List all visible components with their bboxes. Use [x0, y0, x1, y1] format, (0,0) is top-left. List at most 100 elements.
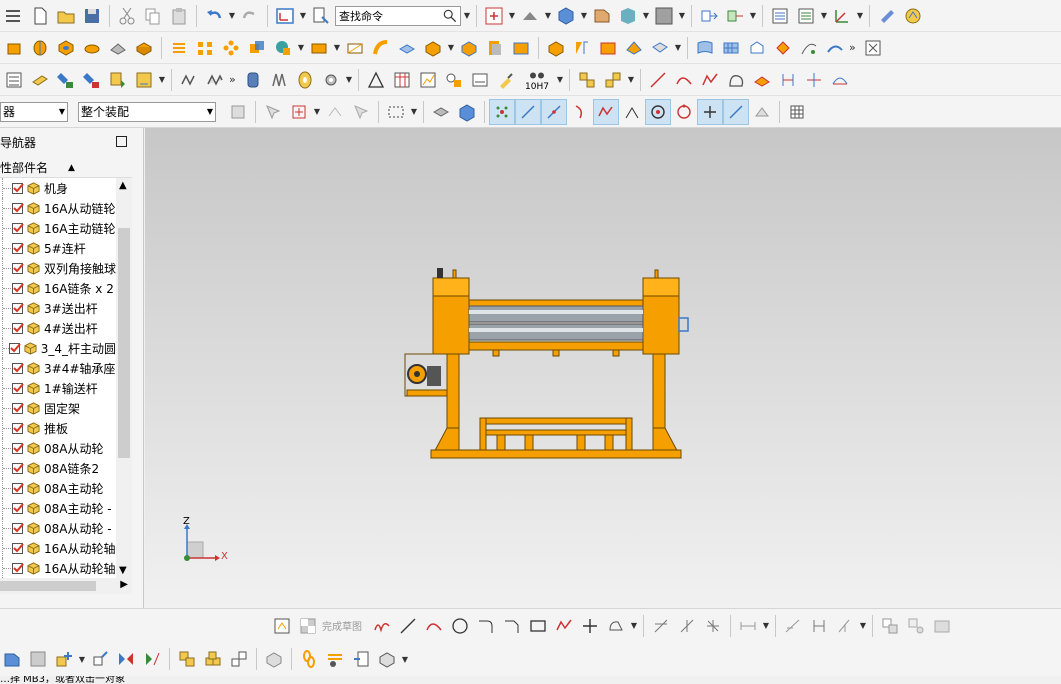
visibility-checkbox[interactable]	[11, 262, 24, 274]
patch-surface-icon[interactable]	[797, 36, 821, 60]
move-component-icon[interactable]	[697, 4, 721, 28]
paste-icon[interactable]	[167, 4, 191, 28]
visibility-checkbox[interactable]	[12, 482, 24, 494]
select-solid-icon[interactable]	[429, 100, 453, 124]
revolve-icon[interactable]	[28, 36, 52, 60]
finish-sketch-label[interactable]: 完成草图	[322, 618, 362, 633]
snap-on-curve-icon[interactable]	[723, 98, 749, 125]
visibility-checkbox[interactable]	[12, 362, 24, 374]
list-item[interactable]: 固定架	[0, 398, 116, 418]
visibility-checkbox[interactable]	[12, 182, 24, 194]
assembly-navigator-icon[interactable]	[2, 68, 26, 92]
coil-icon[interactable]	[267, 68, 291, 92]
clearance-icon[interactable]	[262, 647, 286, 671]
list-item[interactable]: 08A主动轮 -	[0, 498, 116, 518]
grid-snap-icon[interactable]	[785, 100, 809, 124]
profile-icon[interactable]	[370, 614, 394, 638]
gear-dropdown-icon[interactable]: ▼	[345, 75, 353, 84]
list-item[interactable]: 3#送出杆	[0, 298, 116, 318]
render-dropdown-icon[interactable]: ▼	[580, 11, 588, 20]
make-corner-icon[interactable]	[701, 614, 725, 638]
list-item[interactable]: 1#输送杆	[0, 378, 116, 398]
quick-extend-icon[interactable]	[675, 614, 699, 638]
tools-dropdown-icon[interactable]: ▼	[158, 75, 166, 84]
sketch-line-icon[interactable]	[396, 614, 420, 638]
studio-surface-icon[interactable]	[719, 36, 743, 60]
trim-body-icon[interactable]	[343, 36, 367, 60]
mirror-feature-icon[interactable]	[570, 36, 594, 60]
more-commands-icon[interactable]: »	[849, 41, 859, 54]
visibility-checkbox[interactable]	[12, 242, 24, 254]
shell-dropdown-icon[interactable]: ▼	[333, 43, 341, 52]
offset-face-icon[interactable]	[395, 36, 419, 60]
triangle-sketch-icon[interactable]	[364, 68, 388, 92]
combine-dropdown-icon[interactable]: ▼	[297, 43, 305, 52]
dimension-dropdown-icon[interactable]: ▼	[762, 621, 770, 630]
chamfer-sketch-icon[interactable]	[500, 614, 524, 638]
chamfer-icon[interactable]	[457, 36, 481, 60]
add-existing-icon[interactable]	[52, 647, 76, 671]
machine-model[interactable]	[145, 128, 1061, 608]
offset-curve-icon[interactable]	[750, 68, 774, 92]
bearing-icon[interactable]	[293, 68, 317, 92]
list-item[interactable]: 08A从动轮 -	[0, 518, 116, 538]
sketch-icon[interactable]	[270, 614, 294, 638]
tolerance-dropdown-icon[interactable]: ▼	[556, 75, 564, 84]
remove-component-icon[interactable]	[80, 68, 104, 92]
list-item[interactable]: 机身	[0, 178, 116, 198]
hole-icon[interactable]	[54, 36, 78, 60]
scroll-right-icon[interactable]: ▶	[120, 579, 128, 590]
assembly-dropdown-icon[interactable]: ▼	[627, 75, 635, 84]
move-icon[interactable]	[88, 647, 112, 671]
note-icon[interactable]	[468, 68, 492, 92]
geometric-constraint-icon[interactable]	[781, 614, 805, 638]
mirror-assembly-icon[interactable]	[114, 647, 138, 671]
circle-icon[interactable]	[448, 614, 472, 638]
brush-icon[interactable]	[494, 68, 518, 92]
combine-icon[interactable]	[245, 36, 269, 60]
layer-settings-icon[interactable]	[768, 4, 792, 28]
open-folder-icon[interactable]	[54, 4, 78, 28]
list-item[interactable]: 08A主动轮	[0, 478, 116, 498]
scroll-up-icon[interactable]: ▲	[119, 180, 127, 191]
graphics-viewport[interactable]: Z X	[145, 128, 1061, 608]
filter-reset-icon[interactable]	[226, 100, 250, 124]
command-search-input[interactable]: 查找命令	[335, 5, 461, 26]
tolerance-icon[interactable]: 10H7	[520, 68, 554, 92]
thicken-dropdown-icon[interactable]: ▼	[447, 43, 455, 52]
color-dropdown-icon[interactable]: ▼	[678, 11, 686, 20]
measure-icon[interactable]	[875, 4, 899, 28]
list-item[interactable]: 16A链条 x 2	[0, 278, 116, 298]
snap-line-icon[interactable]	[515, 98, 541, 125]
chart-icon[interactable]	[416, 68, 440, 92]
snap-intersection-icon[interactable]	[620, 100, 644, 124]
visibility-checkbox[interactable]	[12, 282, 24, 294]
search-dropdown-icon[interactable]: ▼	[463, 11, 471, 20]
layer-dropdown-icon[interactable]: ▼	[820, 11, 828, 20]
visibility-checkbox[interactable]	[12, 442, 24, 454]
delete-face-icon[interactable]	[648, 36, 672, 60]
list-item[interactable]: 08A从动轮	[0, 438, 116, 458]
constraint-sketch-dropdown-icon[interactable]: ▼	[859, 621, 867, 630]
select-dropdown-icon[interactable]: ▼	[313, 107, 321, 116]
sketch-settings-icon[interactable]	[930, 614, 954, 638]
shell-icon[interactable]	[307, 36, 331, 60]
list-item[interactable]: 3#4#轴承座	[0, 358, 116, 378]
table-icon[interactable]	[390, 68, 414, 92]
view-orient-icon[interactable]	[518, 4, 542, 28]
fit-view-icon[interactable]	[482, 4, 506, 28]
rectangle-select-icon[interactable]	[384, 100, 408, 124]
visibility-checkbox[interactable]	[12, 382, 24, 394]
list-item[interactable]: 16A从动链轮	[0, 198, 116, 218]
visibility-checkbox[interactable]	[12, 322, 24, 334]
perpendicular-icon[interactable]	[833, 614, 857, 638]
horizontal-scrollbar[interactable]: ▶	[0, 578, 132, 594]
pull-face-icon[interactable]	[622, 36, 646, 60]
rect-select-dropdown-icon[interactable]: ▼	[410, 107, 418, 116]
orient-dropdown-icon[interactable]: ▼	[544, 11, 552, 20]
block-icon[interactable]	[132, 36, 156, 60]
fit-dropdown-icon[interactable]: ▼	[508, 11, 516, 20]
window-layout-icon[interactable]	[273, 4, 297, 28]
deform-part-icon[interactable]	[177, 68, 201, 92]
list-item[interactable]: 4#送出杆	[0, 318, 116, 338]
